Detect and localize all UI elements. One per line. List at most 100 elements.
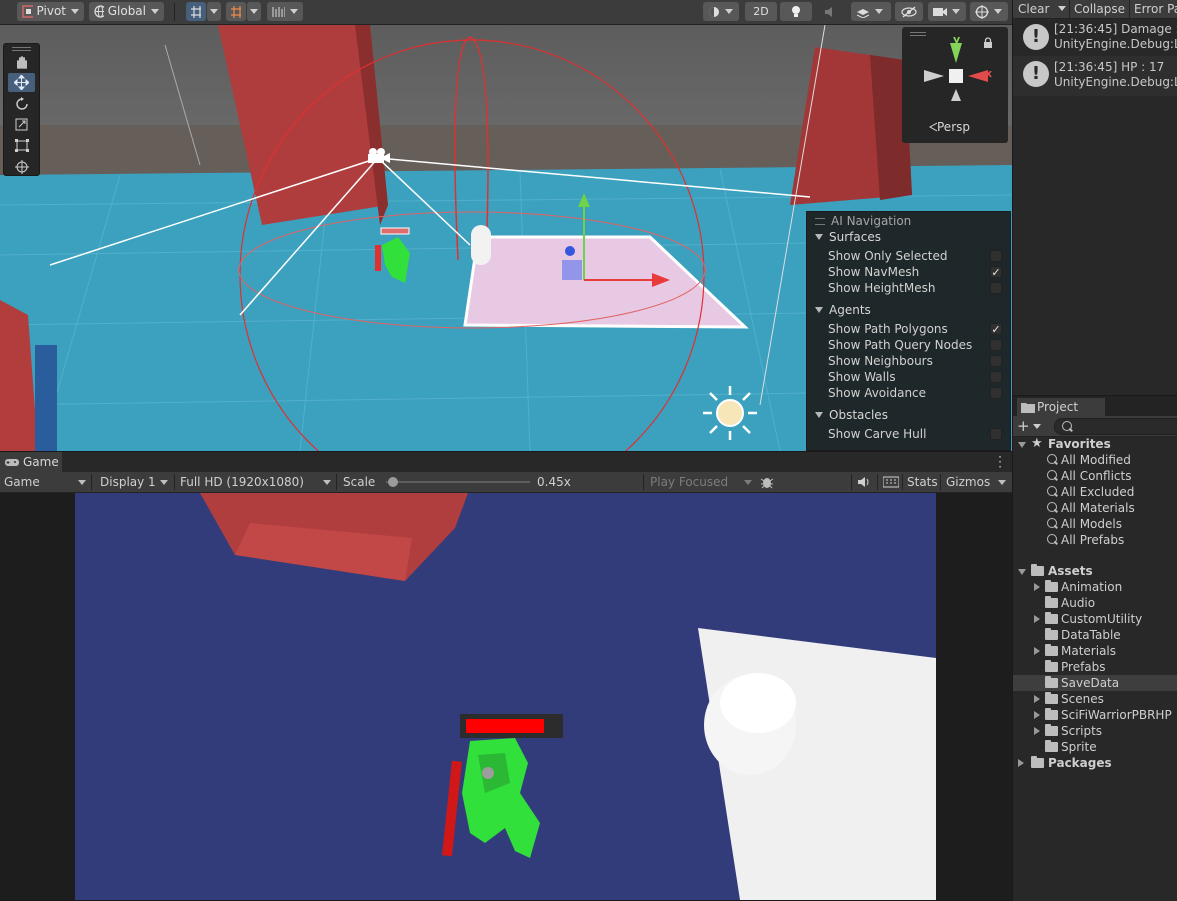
folder-prefabs[interactable]: Prefabs — [1013, 659, 1177, 675]
rect-tool[interactable] — [8, 136, 35, 155]
packages-folder[interactable]: Packages — [1013, 755, 1177, 771]
error-pause-button[interactable]: Error Pa — [1134, 0, 1177, 18]
checkbox-checked[interactable]: ✓ — [990, 266, 1002, 278]
hand-tool[interactable] — [8, 52, 35, 71]
stats-button[interactable]: Stats — [907, 472, 938, 492]
folder-savedata[interactable]: SaveData — [1013, 675, 1177, 691]
favorites-header[interactable]: ★ Favorites — [1013, 436, 1177, 452]
toggle-show-only-selected[interactable]: Show Only Selected — [828, 248, 1002, 264]
display-dropdown[interactable]: Display 1 — [100, 472, 172, 492]
toggle-show-heightmesh[interactable]: Show HeightMesh — [828, 280, 1002, 296]
grid-snap-button[interactable] — [186, 2, 206, 21]
tools-panel — [3, 43, 40, 176]
play-focused-dropdown[interactable]: Play Focused — [650, 472, 754, 492]
overlay-header[interactable]: AI Navigation — [815, 214, 911, 228]
rotate-icon — [15, 96, 28, 110]
projection-toggle[interactable]: Persp — [929, 120, 970, 134]
ai-navigation-overlay: AI Navigation Surfaces Show Only Selecte… — [806, 211, 1011, 451]
favorite-all-prefabs[interactable]: All Prefabs — [1013, 532, 1177, 548]
game-view[interactable] — [0, 493, 1012, 900]
folder-label: Prefabs — [1061, 660, 1106, 674]
folder-scripts[interactable]: Scripts — [1013, 723, 1177, 739]
keyboard-icon[interactable] — [882, 476, 900, 491]
checkbox[interactable] — [990, 282, 1002, 294]
global-dropdown[interactable]: Global — [89, 2, 164, 21]
checkbox[interactable] — [990, 355, 1002, 367]
effects-dropdown[interactable] — [851, 2, 891, 21]
increment-snap-button[interactable] — [226, 2, 246, 21]
folder-customutility[interactable]: CustomUtility — [1013, 611, 1177, 627]
toggle-show-path-query-nodes[interactable]: Show Path Query Nodes — [828, 337, 1002, 353]
more-options-icon[interactable]: · · · — [998, 451, 1002, 473]
lighting-toggle[interactable] — [780, 2, 812, 21]
camera-dropdown[interactable] — [928, 2, 966, 21]
checkbox[interactable] — [990, 387, 1002, 399]
toggle-show-neighbours[interactable]: Show Neighbours — [828, 353, 1002, 369]
toggle-show-path-polygons[interactable]: Show Path Polygons ✓ — [828, 321, 1002, 337]
folder-icon — [1045, 612, 1058, 624]
collapse-button[interactable]: Collapse — [1074, 0, 1125, 18]
toggle-show-navmesh[interactable]: Show NavMesh ✓ — [828, 264, 1002, 280]
clear-button[interactable]: Clear — [1018, 0, 1049, 18]
pivot-dropdown[interactable]: Pivot — [17, 2, 84, 21]
console-entry[interactable]: ! [21:36:45] Damage : 3 UnityEngine.Debu… — [1013, 19, 1177, 59]
checkbox[interactable] — [990, 250, 1002, 262]
mute-audio-icon[interactable] — [857, 476, 871, 491]
option-label: Show Walls — [828, 370, 896, 384]
checkbox[interactable] — [990, 428, 1002, 440]
gizmos-dropdown-game[interactable]: Gizmos — [946, 472, 1008, 492]
checkbox[interactable] — [990, 371, 1002, 383]
toggle-show-avoidance[interactable]: Show Avoidance — [828, 385, 1002, 401]
orientation-gizmo[interactable]: y x Persp — [902, 27, 1008, 143]
gizmos-dropdown[interactable] — [970, 2, 1008, 21]
folder-scifiwarriorpbrhp[interactable]: SciFiWarriorPBRHP — [1013, 707, 1177, 723]
folder-datatable[interactable]: DataTable — [1013, 627, 1177, 643]
section-agents[interactable]: Agents — [815, 303, 871, 317]
favorite-all-materials[interactable]: All Materials — [1013, 500, 1177, 516]
grid-snap-menu[interactable] — [207, 2, 221, 21]
create-asset-dropdown[interactable]: + — [1017, 417, 1041, 435]
audio-toggle[interactable] — [815, 2, 847, 21]
folder-audio[interactable]: Audio — [1013, 595, 1177, 611]
console-entry[interactable]: ! [21:36:45] HP : 17 UnityEngine.Debug:L… — [1013, 56, 1177, 96]
toggle-show-walls[interactable]: Show Walls — [828, 369, 1002, 385]
scale-slider-thumb[interactable] — [388, 477, 399, 487]
transform-tool[interactable] — [8, 157, 35, 176]
ruler-button[interactable] — [267, 2, 303, 21]
bug-icon[interactable] — [760, 475, 774, 492]
folder-scenes[interactable]: Scenes — [1013, 691, 1177, 707]
visibility-toggle[interactable] — [895, 2, 923, 21]
tab-game[interactable]: Game — [0, 452, 62, 472]
section-surfaces[interactable]: Surfaces — [815, 230, 881, 244]
increment-snap-menu[interactable] — [247, 2, 261, 21]
project-search-input[interactable] — [1054, 418, 1177, 435]
game-view-dropdown[interactable]: Game — [4, 472, 90, 492]
section-obstacles[interactable]: Obstacles — [815, 408, 888, 422]
project-panel: Project + ★ Favorites All Modified All C… — [1012, 395, 1177, 901]
favorite-all-excluded[interactable]: All Excluded — [1013, 484, 1177, 500]
favorite-all-models[interactable]: All Models — [1013, 516, 1177, 532]
hidden-eye-icon — [901, 5, 917, 18]
toggle-show-carve-hull[interactable]: Show Carve Hull — [828, 426, 1002, 442]
drag-handle[interactable] — [12, 47, 31, 51]
assets-folder[interactable]: Assets — [1013, 563, 1177, 579]
move-tool[interactable] — [8, 73, 35, 92]
2d-toggle[interactable]: 2D — [745, 2, 777, 21]
dropdown-value: Full HD (1920x1080) — [180, 475, 304, 489]
tab-project[interactable]: Project — [1017, 398, 1105, 416]
checkbox-checked[interactable]: ✓ — [990, 323, 1002, 335]
favorite-all-modified[interactable]: All Modified — [1013, 452, 1177, 468]
folder-sprite[interactable]: Sprite — [1013, 739, 1177, 755]
draw-mode-dropdown[interactable] — [703, 2, 739, 21]
scale-slider-track[interactable] — [386, 481, 530, 483]
game-tab-bar: Game · · · — [0, 451, 1012, 473]
folder-materials[interactable]: Materials — [1013, 643, 1177, 659]
star-icon: ★ — [1031, 436, 1043, 451]
clear-options-dropdown[interactable] — [1055, 0, 1069, 18]
folder-animation[interactable]: Animation — [1013, 579, 1177, 595]
scale-tool[interactable] — [8, 115, 35, 134]
resolution-dropdown[interactable]: Full HD (1920x1080) — [180, 472, 334, 492]
favorite-all-conflicts[interactable]: All Conflicts — [1013, 468, 1177, 484]
checkbox[interactable] — [990, 339, 1002, 351]
rotate-tool[interactable] — [8, 94, 35, 113]
